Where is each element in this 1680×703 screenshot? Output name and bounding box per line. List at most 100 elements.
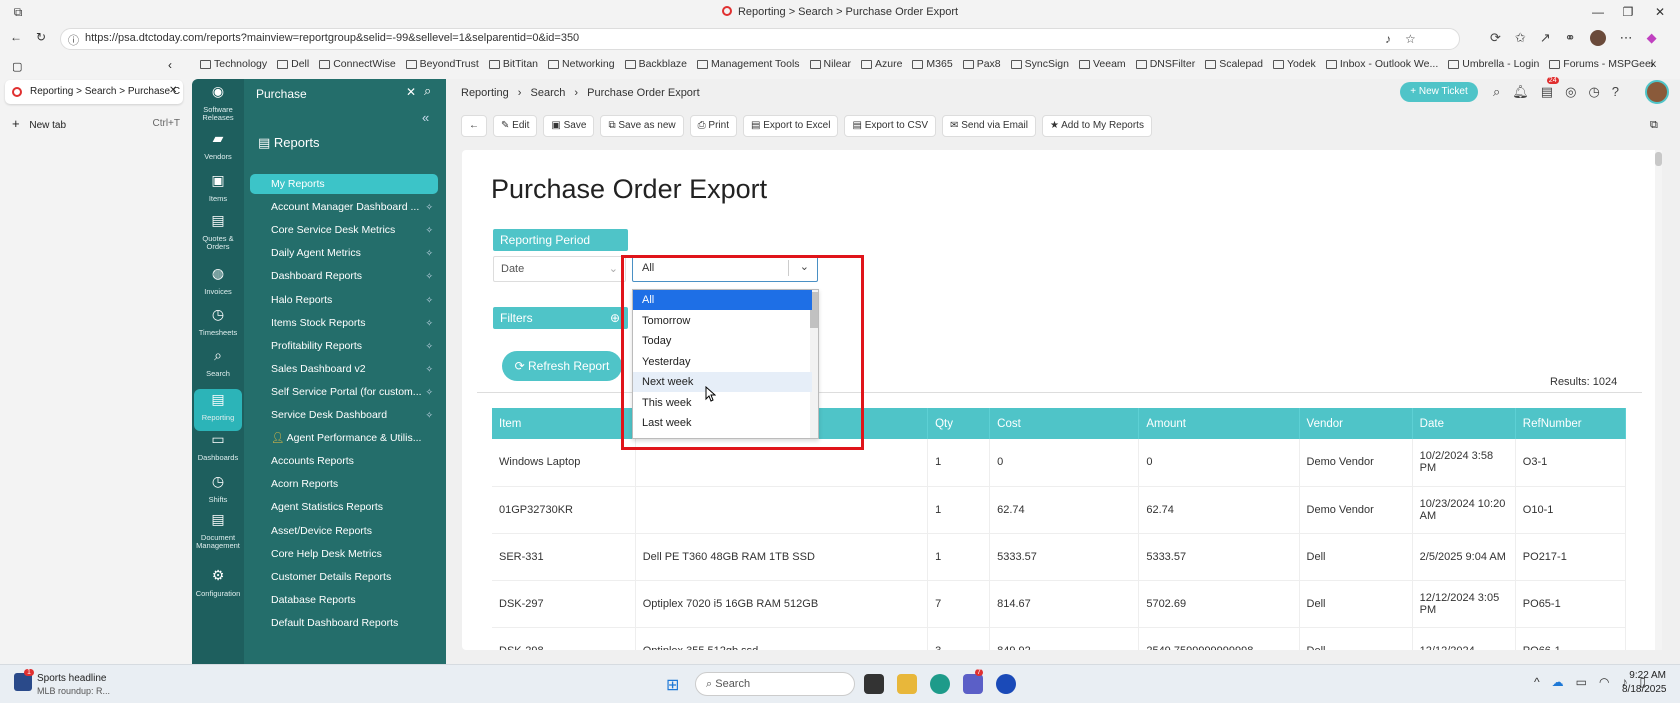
maximize-button[interactable]: ❐ <box>1620 4 1636 20</box>
page-scrollbar[interactable] <box>1655 150 1662 650</box>
rail-item-invoices[interactable]: ◍ Invoices <box>192 266 244 296</box>
table-row[interactable]: 01GP32730KR 1 62.74 62.74 Demo Vendor 10/23/2… <box>492 486 1627 534</box>
bookmark-syncsign[interactable]: SyncSign <box>1010 55 1069 73</box>
display-icon[interactable]: ▭ <box>1576 675 1587 689</box>
favorites-icon[interactable]: ✩ <box>1515 30 1526 46</box>
refresh-report-button[interactable]: ⟳ Refresh Report <box>502 351 622 381</box>
rail-item-timesheets[interactable]: ◷ Timesheets <box>192 307 244 337</box>
pin-icon[interactable]: ✧ <box>425 290 433 310</box>
workspaces-icon[interactable]: ⧉ <box>10 4 26 20</box>
menu-item-asset-device-reports[interactable]: Asset/Device Reports <box>271 521 441 541</box>
column-header-vendor[interactable]: Vendor <box>1299 408 1413 439</box>
extensions-icon[interactable]: ⟳ <box>1490 30 1501 46</box>
search-icon[interactable]: ⌕ <box>424 83 431 99</box>
bookmark-m365[interactable]: M365 <box>912 55 953 73</box>
bookmark-backblaze[interactable]: Backblaze <box>624 55 687 73</box>
pin-icon[interactable]: ✧ <box>425 243 433 263</box>
menu-item-account-manager-dashboard[interactable]: Account Manager Dashboard ... ✧ <box>271 197 441 217</box>
bookmark-dnsfilter[interactable]: DNSFilter <box>1135 55 1195 73</box>
more-icon[interactable]: ⋯ <box>1620 30 1633 46</box>
menu-item-halo-reports[interactable]: Halo Reports ✧ <box>271 290 441 310</box>
bookmark-pax8[interactable]: Pax8 <box>962 55 1001 73</box>
print-button[interactable]: ⎙ Print <box>689 115 737 137</box>
column-header-cost[interactable]: Cost <box>989 408 1140 439</box>
menu-item-sales-dashboard-v2[interactable]: Sales Dashboard v2 ✧ <box>271 359 441 379</box>
pin-icon[interactable]: ✧ <box>425 336 433 356</box>
column-header-date[interactable]: Date <box>1412 408 1516 439</box>
edge-icon[interactable] <box>930 674 950 694</box>
url-text[interactable]: https://psa.dtctoday.com/reports?mainvie… <box>85 32 579 44</box>
menu-item-service-desk-dashboard[interactable]: Service Desk Dashboard ✧ <box>271 405 441 425</box>
menu-item-agent-statistics-reports[interactable]: Agent Statistics Reports <box>271 497 441 517</box>
bookmark-nilear[interactable]: Nilear <box>809 55 851 73</box>
rail-item-shifts[interactable]: ◷ Shifts <box>192 474 244 504</box>
menu-item-self-service-portal-for-custom[interactable]: Self Service Portal (for custom... ✧ <box>271 382 441 402</box>
cloud-icon[interactable]: ☁ <box>1552 675 1564 689</box>
clipboard-icon[interactable]: ▤ 24 <box>1541 77 1559 100</box>
bell-icon[interactable]: ♪ <box>1385 32 1391 46</box>
news-subtitle[interactable]: MLB roundup: R... <box>37 686 110 696</box>
menu-item-accounts-reports[interactable]: Accounts Reports <box>271 451 441 471</box>
rail-item-reporting[interactable]: ▤ Reporting <box>194 389 242 431</box>
table-row[interactable]: DSK-297 Optiplex 7020 i5 16GB RAM 512GB 7 8… <box>492 580 1627 628</box>
copilot-icon[interactable]: ⚭ <box>1565 30 1576 46</box>
password-manager-icon[interactable] <box>996 674 1016 694</box>
new-ticket-button[interactable]: + New Ticket <box>1400 82 1478 102</box>
search-icon[interactable]: ⌕ <box>1493 84 1500 100</box>
rail-item-software-releases[interactable]: ◉ Software Releases <box>192 84 244 122</box>
bell-icon[interactable]: 🔔︎ <box>1512 84 1529 100</box>
save-as-new-button[interactable]: ⧉ Save as new <box>600 115 684 137</box>
clock[interactable]: 9:22 AM 8/18/2025 <box>1622 670 1667 695</box>
collapse-tabs-icon[interactable]: ‹ <box>168 58 172 72</box>
menu-item-core-help-desk-metrics[interactable]: Core Help Desk Metrics <box>271 544 441 564</box>
menu-item-profitability-reports[interactable]: Profitability Reports ✧ <box>271 336 441 356</box>
avatar[interactable] <box>1645 80 1669 104</box>
bookmark-azure[interactable]: Azure <box>860 55 902 73</box>
pin-icon[interactable]: ✧ <box>425 266 433 286</box>
menu-item-dashboard-reports[interactable]: Dashboard Reports ✧ <box>271 266 441 286</box>
save-button[interactable]: ▣ Save <box>543 115 595 137</box>
close-icon[interactable]: ✕ <box>406 85 416 99</box>
edge-copilot-icon[interactable]: ◆ <box>1647 30 1657 46</box>
bookmark-scalepad[interactable]: Scalepad <box>1205 55 1263 73</box>
export-to-csv-button[interactable]: ▤ Export to CSV <box>844 115 937 137</box>
close-button[interactable]: ✕ <box>1652 4 1668 20</box>
bookmark-beyondtrust[interactable]: BeyondTrust <box>405 55 479 73</box>
bookmarks-more-icon[interactable]: › <box>1650 57 1654 71</box>
column-header-refnumber[interactable]: RefNumber <box>1515 408 1627 439</box>
wifi-icon[interactable]: ◠ <box>1599 675 1609 689</box>
task-view-icon[interactable] <box>864 674 884 694</box>
clock-icon[interactable]: ◷ <box>1588 84 1599 100</box>
star-icon[interactable]: ☆ <box>1405 32 1416 46</box>
info-icon[interactable]: ⓘ <box>68 32 79 48</box>
popout-icon[interactable]: ⧉ <box>1650 119 1658 132</box>
back-button[interactable]: ← <box>461 115 487 137</box>
menu-item-agent-performance-utilis[interactable]: 👤︎ Agent Performance & Utilis... <box>271 428 441 448</box>
bookmark-inbox-outlook-we[interactable]: Inbox - Outlook We... <box>1325 55 1438 73</box>
taskbar-search[interactable]: ⌕ Search <box>695 672 855 696</box>
menu-item-database-reports[interactable]: Database Reports <box>271 590 441 610</box>
new-tab-button[interactable]: + New tab Ctrl+T <box>12 116 180 131</box>
bookmark-connectwise[interactable]: ConnectWise <box>319 55 396 73</box>
help-icon[interactable]: ? <box>1612 84 1619 100</box>
rail-item-quotes-orders[interactable]: ▤ Quotes & Orders <box>192 213 244 251</box>
pin-icon[interactable]: ✧ <box>425 197 433 217</box>
menu-item-items-stock-reports[interactable]: Items Stock Reports ✧ <box>271 313 441 333</box>
pin-icon[interactable]: ✧ <box>425 220 433 240</box>
pin-icon[interactable]: ✧ <box>425 359 433 379</box>
bookmark-dell[interactable]: Dell <box>277 55 309 73</box>
collapse-menu-icon[interactable]: « <box>422 110 429 125</box>
rail-item-vendors[interactable]: ▰ Vendors <box>192 131 244 161</box>
close-tab-icon[interactable]: ✕ <box>169 85 177 96</box>
news-title[interactable]: Sports headline <box>37 673 107 684</box>
rail-item-search[interactable]: ⌕ Search <box>192 348 244 378</box>
avatar[interactable] <box>1589 30 1606 46</box>
windows-start-icon[interactable]: ⊞ <box>666 675 679 695</box>
filters-bar[interactable]: Filters ⊕ <box>493 307 628 329</box>
minimize-button[interactable]: — <box>1590 4 1606 20</box>
pin-icon[interactable]: ✧ <box>425 382 433 402</box>
table-row[interactable]: SER-331 Dell PE T360 48GB RAM 1TB SSD 1 533… <box>492 533 1627 581</box>
rail-item-configuration[interactable]: ⚙ Configuration <box>192 568 244 598</box>
column-header-qty[interactable]: Qty <box>927 408 991 439</box>
bookmark-management-tools[interactable]: Management Tools <box>697 55 800 73</box>
